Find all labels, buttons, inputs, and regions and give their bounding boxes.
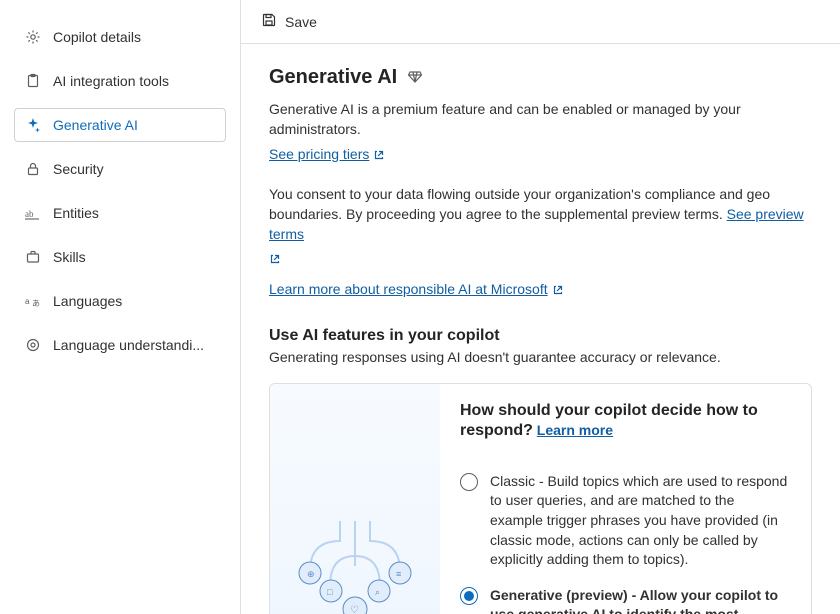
- radio-option-classic[interactable]: Classic - Build topics which are used to…: [460, 472, 791, 570]
- sidebar-item-ai-integration[interactable]: AI integration tools: [14, 64, 226, 98]
- sidebar-item-label: Security: [53, 161, 104, 177]
- svg-text:a: a: [25, 297, 30, 306]
- briefcase-icon: [25, 249, 41, 265]
- gear-icon: [25, 29, 41, 45]
- premium-diamond-icon: [407, 68, 423, 87]
- sidebar-item-skills[interactable]: Skills: [14, 240, 226, 274]
- respond-question-line2: respond?: [460, 422, 533, 439]
- page-title: Generative AI: [269, 66, 397, 89]
- svg-text:あ: あ: [32, 299, 40, 308]
- content: Generative AI Generative AI is a premium…: [241, 44, 840, 614]
- ab-icon: ab: [25, 205, 41, 221]
- responsible-ai-link[interactable]: Learn more about responsible AI at Micro…: [269, 281, 564, 297]
- toolbar: Save: [241, 0, 840, 44]
- svg-text:♡: ♡: [350, 605, 359, 614]
- translate-icon: aあ: [25, 293, 41, 309]
- sidebar-item-copilot-details[interactable]: Copilot details: [14, 20, 226, 54]
- ai-network-illustration: ⊕ ≡ □ ⌕ ♡: [285, 511, 425, 614]
- svg-text:≡: ≡: [396, 569, 401, 579]
- save-button-label: Save: [285, 14, 317, 30]
- consent-paragraph: You consent to your data flowing outside…: [269, 184, 812, 271]
- sidebar-item-entities[interactable]: ab Entities: [14, 196, 226, 230]
- radio-option-generative[interactable]: Generative (preview) - Allow your copilo…: [460, 586, 791, 614]
- svg-text:□: □: [327, 587, 333, 597]
- section-note: Generating responses using AI doesn't gu…: [269, 349, 812, 365]
- sidebar-item-language-understanding[interactable]: Language understandi...: [14, 328, 226, 362]
- sidebar: Copilot details AI integration tools Gen…: [0, 0, 240, 614]
- svg-text:ab: ab: [25, 209, 34, 219]
- page-title-row: Generative AI: [269, 66, 812, 89]
- clipboard-icon: [25, 73, 41, 89]
- section-heading: Use AI features in your copilot: [269, 327, 812, 345]
- respond-learn-more-link[interactable]: Learn more: [537, 422, 613, 438]
- radio-input-classic[interactable]: [460, 473, 478, 491]
- external-link-icon: [373, 148, 385, 160]
- gear-outline-icon: [25, 337, 41, 353]
- external-link-icon: [552, 283, 564, 295]
- sidebar-item-label: Skills: [53, 249, 86, 265]
- sidebar-item-label: Generative AI: [53, 117, 138, 133]
- external-link-icon: [269, 252, 281, 268]
- card-content: How should your copilot decide how to re…: [440, 384, 811, 614]
- svg-text:⊕: ⊕: [307, 569, 315, 579]
- sparkle-icon: [25, 117, 41, 133]
- sidebar-item-languages[interactable]: aあ Languages: [14, 284, 226, 318]
- radio-label-classic: Classic - Build topics which are used to…: [490, 472, 791, 570]
- lock-icon: [25, 161, 41, 177]
- sidebar-item-label: Entities: [53, 205, 99, 221]
- sidebar-item-label: Copilot details: [53, 29, 141, 45]
- save-button[interactable]: Save: [253, 6, 325, 37]
- pricing-tiers-link[interactable]: See pricing tiers: [269, 146, 385, 162]
- respond-question-line1: How should your copilot decide how to: [460, 402, 791, 420]
- radio-input-generative[interactable]: [460, 587, 478, 605]
- premium-desc: Generative AI is a premium feature and c…: [269, 99, 812, 140]
- card-illustration: ⊕ ≡ □ ⌕ ♡: [270, 384, 440, 614]
- sidebar-item-label: Language understandi...: [53, 337, 204, 353]
- save-icon: [261, 12, 277, 31]
- sidebar-item-label: AI integration tools: [53, 73, 169, 89]
- svg-text:⌕: ⌕: [375, 587, 380, 597]
- sidebar-item-security[interactable]: Security: [14, 152, 226, 186]
- respond-question-line2-row: respond? Learn more: [460, 422, 791, 456]
- radio-label-generative: Generative (preview) - Allow your copilo…: [490, 586, 791, 614]
- sidebar-item-label: Languages: [53, 293, 122, 309]
- sidebar-item-generative-ai[interactable]: Generative AI: [14, 108, 226, 142]
- respond-mode-card: ⊕ ≡ □ ⌕ ♡ How should your copilot decide…: [269, 383, 812, 614]
- main-panel: Save Generative AI Generative AI is a pr…: [240, 0, 840, 614]
